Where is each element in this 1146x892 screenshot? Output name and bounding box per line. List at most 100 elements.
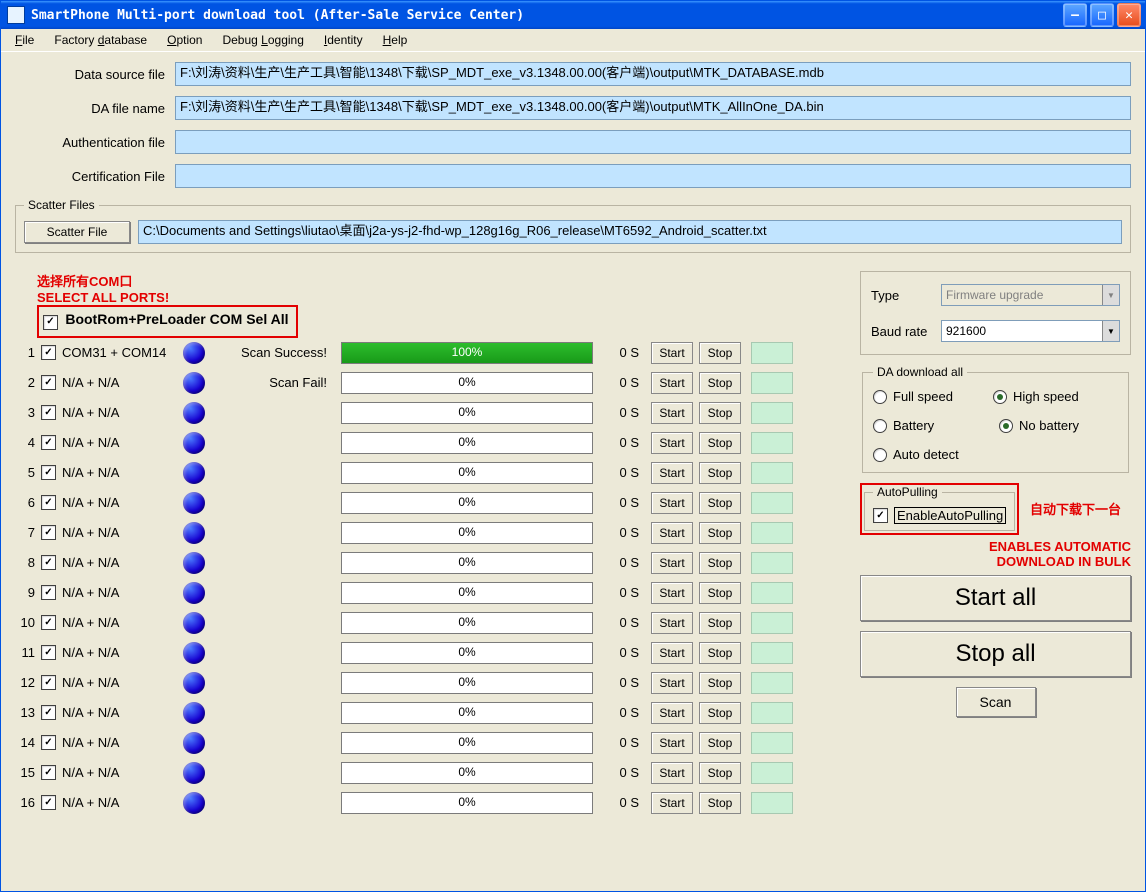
field-auth-file[interactable] bbox=[175, 130, 1131, 154]
radio-auto-detect[interactable]: Auto detect bbox=[873, 447, 1118, 462]
start-button[interactable]: Start bbox=[651, 552, 693, 574]
select-all-highlight: BootRom+PreLoader COM Sel All bbox=[37, 305, 298, 338]
elapsed: 0 S bbox=[599, 555, 645, 570]
checkbox-port[interactable] bbox=[41, 645, 56, 660]
checkbox-port[interactable] bbox=[41, 585, 56, 600]
menu-option[interactable]: Option bbox=[159, 31, 210, 49]
checkbox-port[interactable] bbox=[41, 705, 56, 720]
stop-button[interactable]: Stop bbox=[699, 522, 741, 544]
field-da-file[interactable]: F:\刘涛\资料\生产\生产工具\智能\1348\下载\SP_MDT_exe_v… bbox=[175, 96, 1131, 120]
start-button[interactable]: Start bbox=[651, 702, 693, 724]
stop-all-button[interactable]: Stop all bbox=[860, 631, 1131, 677]
combo-type[interactable]: Firmware upgrade ▼ bbox=[941, 284, 1120, 306]
label-cert-file: Certification File bbox=[15, 169, 175, 184]
port-row: 16N/A + N/A0%0 SStartStop bbox=[15, 788, 840, 818]
port-index: 10 bbox=[15, 615, 35, 630]
stop-button[interactable]: Stop bbox=[699, 642, 741, 664]
radio-full-speed[interactable]: Full speed bbox=[873, 389, 953, 404]
start-button[interactable]: Start bbox=[651, 492, 693, 514]
scan-button[interactable]: Scan bbox=[956, 687, 1036, 717]
scatter-file-button[interactable]: Scatter File bbox=[24, 221, 130, 243]
menu-identity[interactable]: Identity bbox=[316, 31, 371, 49]
stop-button[interactable]: Stop bbox=[699, 762, 741, 784]
checkbox-port[interactable] bbox=[41, 765, 56, 780]
checkbox-port[interactable] bbox=[41, 735, 56, 750]
maximize-button[interactable]: □ bbox=[1090, 3, 1114, 27]
checkbox-port[interactable] bbox=[41, 375, 56, 390]
start-button[interactable]: Start bbox=[651, 342, 693, 364]
stop-button[interactable]: Stop bbox=[699, 492, 741, 514]
start-button[interactable]: Start bbox=[651, 462, 693, 484]
stop-button[interactable]: Stop bbox=[699, 342, 741, 364]
start-button[interactable]: Start bbox=[651, 402, 693, 424]
stop-button[interactable]: Stop bbox=[699, 432, 741, 454]
close-button[interactable]: ✕ bbox=[1117, 3, 1141, 27]
checkbox-port[interactable] bbox=[41, 555, 56, 570]
checkbox-port[interactable] bbox=[41, 405, 56, 420]
start-button[interactable]: Start bbox=[651, 672, 693, 694]
stop-button[interactable]: Stop bbox=[699, 552, 741, 574]
stop-button[interactable]: Stop bbox=[699, 612, 741, 634]
stop-button[interactable]: Stop bbox=[699, 402, 741, 424]
port-name: COM31 + COM14 bbox=[62, 345, 177, 360]
stop-button[interactable]: Stop bbox=[699, 672, 741, 694]
start-button[interactable]: Start bbox=[651, 792, 693, 814]
elapsed: 0 S bbox=[599, 705, 645, 720]
menu-debug[interactable]: Debug Logging bbox=[214, 31, 311, 49]
radio-high-speed[interactable]: High speed bbox=[993, 389, 1079, 404]
start-button[interactable]: Start bbox=[651, 732, 693, 754]
stop-button[interactable]: Stop bbox=[699, 372, 741, 394]
checkbox-port[interactable] bbox=[41, 615, 56, 630]
progress-bar: 0% bbox=[341, 522, 593, 544]
field-data-source[interactable]: F:\刘涛\资料\生产\生产工具\智能\1348\下载\SP_MDT_exe_v… bbox=[175, 62, 1131, 86]
minimize-button[interactable]: ‒ bbox=[1063, 3, 1087, 27]
menu-file[interactable]: File bbox=[7, 31, 42, 49]
checkbox-port[interactable] bbox=[41, 465, 56, 480]
port-index: 4 bbox=[15, 435, 35, 450]
status-dot-icon bbox=[183, 672, 205, 694]
menu-factory[interactable]: Factory database bbox=[46, 31, 155, 49]
status-dot-icon bbox=[183, 552, 205, 574]
start-button[interactable]: Start bbox=[651, 582, 693, 604]
radio-battery[interactable]: Battery bbox=[873, 418, 959, 433]
field-cert-file[interactable] bbox=[175, 164, 1131, 188]
checkbox-port[interactable] bbox=[41, 345, 56, 360]
scatter-file-path[interactable]: C:\Documents and Settings\liutao\桌面\j2a-… bbox=[138, 220, 1122, 244]
checkbox-port[interactable] bbox=[41, 495, 56, 510]
label-auth-file: Authentication file bbox=[15, 135, 175, 150]
label-select-all: BootRom+PreLoader COM Sel All bbox=[65, 311, 288, 327]
start-button[interactable]: Start bbox=[651, 522, 693, 544]
start-button[interactable]: Start bbox=[651, 762, 693, 784]
menu-help[interactable]: Help bbox=[375, 31, 416, 49]
indicator bbox=[751, 492, 793, 514]
progress-bar: 0% bbox=[341, 492, 593, 514]
start-button[interactable]: Start bbox=[651, 372, 693, 394]
checkbox-port[interactable] bbox=[41, 525, 56, 540]
start-button[interactable]: Start bbox=[651, 642, 693, 664]
port-index: 3 bbox=[15, 405, 35, 420]
start-button[interactable]: Start bbox=[651, 432, 693, 454]
progress-bar: 0% bbox=[341, 792, 593, 814]
stop-button[interactable]: Stop bbox=[699, 582, 741, 604]
stop-button[interactable]: Stop bbox=[699, 732, 741, 754]
stop-button[interactable]: Stop bbox=[699, 462, 741, 484]
checkbox-enable-autopulling[interactable]: EnableAutoPulling bbox=[873, 507, 1006, 524]
status-dot-icon bbox=[183, 762, 205, 784]
port-name: N/A + N/A bbox=[62, 645, 177, 660]
checkbox-port[interactable] bbox=[41, 795, 56, 810]
start-all-button[interactable]: Start all bbox=[860, 575, 1131, 621]
start-button[interactable]: Start bbox=[651, 612, 693, 634]
stop-button[interactable]: Stop bbox=[699, 792, 741, 814]
port-name: N/A + N/A bbox=[62, 375, 177, 390]
checkbox-select-all[interactable] bbox=[43, 315, 58, 330]
status-dot-icon bbox=[183, 342, 205, 364]
combo-baud[interactable]: 921600 ▼ bbox=[941, 320, 1120, 342]
port-row: 10N/A + N/A0%0 SStartStop bbox=[15, 608, 840, 638]
checkbox-port[interactable] bbox=[41, 435, 56, 450]
checkbox-port[interactable] bbox=[41, 675, 56, 690]
scatter-group: Scatter Files Scatter File C:\Documents … bbox=[15, 198, 1131, 253]
stop-button[interactable]: Stop bbox=[699, 702, 741, 724]
indicator bbox=[751, 732, 793, 754]
indicator bbox=[751, 402, 793, 424]
radio-no-battery[interactable]: No battery bbox=[999, 418, 1079, 433]
